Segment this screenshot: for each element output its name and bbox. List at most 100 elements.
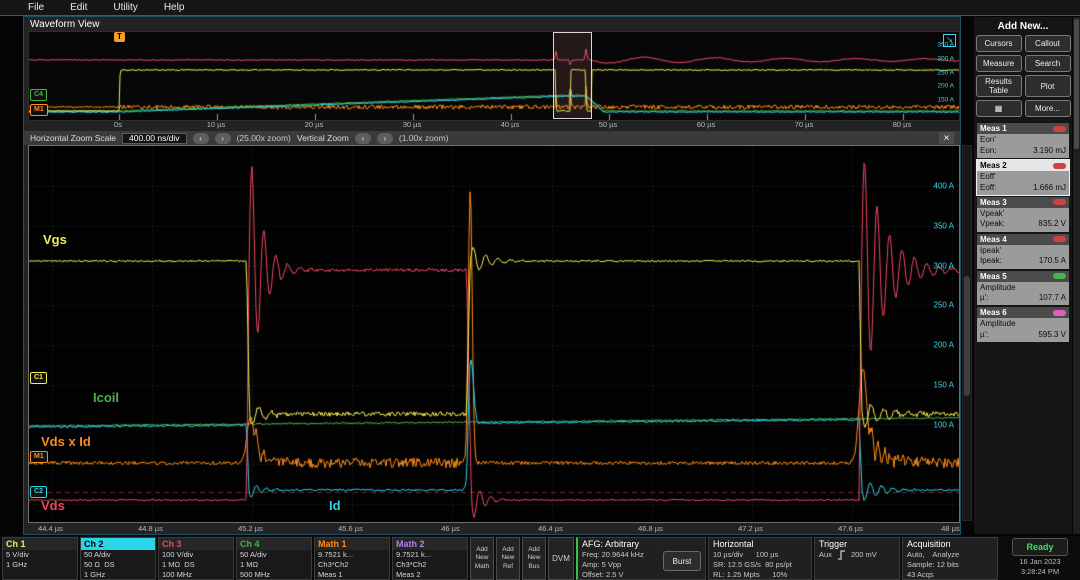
channel-setting: Ch3*Ch2 (393, 560, 467, 570)
trace-label-vds: Vds (41, 498, 65, 513)
channel-ref-badge-c2[interactable]: C2 (30, 486, 47, 498)
channel-ref-badge-c1[interactable]: C1 (30, 372, 47, 384)
measurement-value: 170.5 A (1039, 256, 1066, 266)
measurement-value: 3.190 mJ (1033, 146, 1066, 156)
h-zoom-decrease-button[interactable]: ‹ (193, 133, 209, 144)
trigger-panel[interactable]: Trigger Aux 200 mV (814, 537, 900, 580)
overview-plot[interactable]: T ↘ 350 A300 A250 A200 A150 AC4M1 (28, 31, 960, 121)
cursors-button[interactable]: Cursors (976, 35, 1022, 52)
results-table-icon-button[interactable]: ▦ (976, 100, 1022, 117)
menu-file[interactable]: File (28, 2, 44, 13)
overview-time-label: 10 µs (207, 120, 226, 129)
menu-help[interactable]: Help (164, 2, 185, 13)
measurement-value: 1.666 mJ (1033, 183, 1066, 193)
channel-setting: 50 A/div (81, 550, 155, 560)
add-new-bus-button[interactable]: Add New Bus (522, 537, 546, 580)
channel-badge-ch4[interactable]: Ch 450 A/div1 MΩ500 MHz (236, 537, 312, 580)
channel-badge-ch2[interactable]: Ch 250 A/div50 Ω DS1 GHz (80, 537, 156, 580)
channel-name: Math 2 (393, 538, 467, 550)
current-axis-label: 350 A (934, 222, 954, 231)
channel-ref-badge-m1[interactable]: M1 (30, 451, 48, 463)
h-scale-value[interactable]: 400.00 ns/div (122, 133, 187, 144)
rising-edge-icon (837, 550, 846, 560)
callout-button[interactable]: Callout (1025, 35, 1071, 52)
overview-canvas[interactable] (29, 32, 959, 120)
meas-4-card[interactable]: Meas 4Ipeak'Ipeak:170.5 A (977, 234, 1069, 269)
current-axis-label: 400 A (934, 182, 954, 191)
measurement-type: Amplitude (980, 283, 1066, 293)
channel-ref-badge-c4[interactable]: C4 (30, 89, 47, 101)
current-axis-label: 200 A (934, 341, 954, 350)
channel-name: Math 1 (315, 538, 389, 550)
measurement-value: 107.7 A (1039, 293, 1066, 303)
add-new-button-grid: CursorsCalloutMeasureSearchResults Table… (974, 35, 1072, 117)
afg-panel[interactable]: AFG: Arbitrary Freq: 20.9644 kHz Amp: 5 … (576, 537, 706, 580)
trigger-level: 200 mV (851, 550, 877, 560)
measurement-name: Meas 4 (980, 235, 1007, 244)
v-zoom-label: Vertical Zoom (297, 133, 349, 143)
zoom-window[interactable] (553, 32, 592, 119)
meas-6-card[interactable]: Meas 6Amplitudeµ':595.3 V (977, 307, 1069, 342)
v-zoom-increase-button[interactable]: › (377, 133, 393, 144)
status-time: 3:28:24 PM (1021, 567, 1059, 576)
measurement-label: Eon: (980, 146, 996, 156)
measurement-value: 835.2 V (1038, 219, 1066, 229)
zoom-close-button[interactable]: × (939, 132, 954, 144)
zoom-time-label: 45.2 µs (238, 524, 263, 533)
zoom-time-label: 48 µs (941, 524, 960, 533)
add-new-title: Add New... (974, 17, 1072, 35)
meas-1-card[interactable]: Meas 1Eon'Eon:3.190 mJ (977, 123, 1069, 158)
pane-title: Waveform View (30, 19, 99, 30)
h-zoom-increase-button[interactable]: › (215, 133, 231, 144)
trace-label-vgs: Vgs (43, 232, 67, 247)
sidebar-scrollbar[interactable] (1073, 17, 1080, 534)
channel-badge-math1[interactable]: Math 19.7521 k...Ch3*Ch2Meas 1 (314, 537, 390, 580)
horizontal-panel[interactable]: Horizontal 10 µs/div 100 µs SR: 12.5 GS/… (708, 537, 812, 580)
zoom-time-label: 46.4 µs (538, 524, 563, 533)
menu-utility[interactable]: Utility (113, 2, 137, 13)
zoom-waveform-plot[interactable]: 400 A350 A300 A250 A200 A150 A100 AVgsIc… (28, 145, 960, 523)
plot-vertical-scrollbar[interactable] (962, 145, 972, 521)
channel-badge-math2[interactable]: Math 29.7521 k...Ch3*Ch2Meas 2 (392, 537, 468, 580)
meas-5-card[interactable]: Meas 5 Amplitudeµ': 107.7 A (977, 271, 1069, 306)
scrollbar-thumb[interactable] (1074, 19, 1079, 149)
measurement-name: Meas 2 (980, 161, 1007, 170)
trigger-source: Aux (819, 550, 832, 560)
channel-badges: Ch 15 V/div1 GHzCh 250 A/div50 Ω DS1 GHz… (2, 537, 468, 580)
bottom-settings-bar: Ch 15 V/div1 GHzCh 250 A/div50 Ω DS1 GHz… (0, 536, 1080, 580)
results-table-button[interactable]: Results Table (976, 75, 1022, 97)
right-sidebar: Add New... CursorsCalloutMeasureSearchRe… (974, 17, 1072, 534)
acquisition-mode: Auto, Analyze (907, 550, 993, 560)
zoom-time-label: 45.6 µs (338, 524, 363, 533)
trigger-marker[interactable]: T (114, 32, 125, 42)
channel-badge-ch1[interactable]: Ch 15 V/div1 GHz (2, 537, 78, 580)
v-zoom-decrease-button[interactable]: ‹ (355, 133, 371, 144)
plot-button[interactable]: Plot (1025, 75, 1071, 97)
meas-2-card[interactable]: Meas 2Eoff'Eoff:1.666 mJ (977, 160, 1069, 195)
channel-setting: 50 Ω DS (81, 560, 155, 570)
meas-source-color-badge (1053, 310, 1066, 316)
measurement-name: Meas 5 (980, 272, 1007, 281)
measurement-name: Meas 6 (980, 308, 1007, 317)
waveform-view-pane: Waveform View T ↘ 350 A300 A250 A200 A15… (24, 17, 960, 534)
menu-edit[interactable]: Edit (70, 2, 87, 13)
scrollbar-thumb[interactable] (964, 276, 970, 396)
acquisition-panel[interactable]: Acquisition Auto, Analyze Sample: 12 bit… (902, 537, 998, 580)
measure-button[interactable]: Measure (976, 55, 1022, 72)
burst-button[interactable]: Burst (663, 551, 701, 571)
channel-badge-ch3[interactable]: Ch 3100 V/div1 MΩ DS100 MHz (158, 537, 234, 580)
add-new-math-button[interactable]: Add New Math (470, 537, 494, 580)
channel-setting: 1 MΩ (237, 560, 311, 570)
dvm-button[interactable]: DVM (548, 537, 574, 580)
channel-ref-badge-m1[interactable]: M1 (30, 104, 48, 116)
search-button[interactable]: Search (1025, 55, 1071, 72)
measurement-label: µ': (980, 293, 988, 303)
measurement-type: Ipeak' (980, 246, 1066, 256)
waveform-canvas[interactable] (29, 146, 959, 522)
overview-current-axis-label: 150 A (937, 97, 954, 104)
add-new-ref-button[interactable]: Add New Ref (496, 537, 520, 580)
meas-3-card[interactable]: Meas 3Vpeak'Vpeak:835.2 V (977, 197, 1069, 232)
horizontal-scale: 10 µs/div 100 µs (713, 550, 807, 560)
more-button[interactable]: More... (1025, 100, 1071, 117)
current-axis-label: 100 A (934, 421, 954, 430)
